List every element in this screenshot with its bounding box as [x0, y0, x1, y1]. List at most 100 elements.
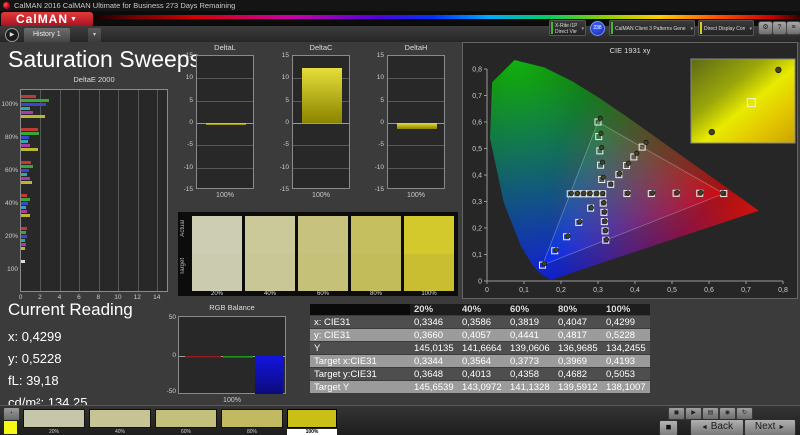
help-button[interactable]: ?: [772, 21, 787, 35]
deltaH-bar: [396, 123, 438, 129]
table-cell: 134,2455: [602, 342, 650, 354]
group-label: 60%: [4, 167, 18, 174]
gridline: [137, 90, 139, 291]
table-header: 20%: [410, 304, 458, 315]
deltae-bar: [21, 214, 30, 217]
table-cell: 0,3969: [554, 355, 602, 367]
row-label: Target x:CIE31: [310, 355, 410, 367]
gridline: [118, 90, 120, 291]
cie-diagram: 0 0,1 0,2 0,3 0,4 0,5 0,6 0,7 0,8 0 0,1 0,2 0,3 0,4 0,…: [472, 58, 796, 294]
cie-1931-chart: CIE 1931 xy 0 0,1 0,2 0,3 0,4 0,5 0,6 0,7 0,8 0 0,…: [462, 42, 798, 299]
table-row: x: CIE31 0,3346 0,3586 0,3819 0,4047 0,4299: [310, 316, 650, 328]
y-tick-label: -10: [183, 163, 193, 171]
tab-dropdown[interactable]: ▾: [88, 28, 101, 42]
next-button[interactable]: Next ►: [744, 419, 796, 435]
deltae-bar: [21, 239, 25, 242]
pattern-swatch-80%[interactable]: [221, 409, 283, 428]
table-cell: 143,0972: [458, 381, 506, 393]
svg-text:0,3: 0,3: [593, 287, 603, 294]
reading-y: y: 0,5228: [8, 351, 62, 366]
display-control-dropdown[interactable]: Direct Display Control ▾: [698, 20, 754, 36]
pattern-swatch-40%[interactable]: [89, 409, 151, 428]
pattern-swatch-20%[interactable]: [23, 409, 85, 428]
app-icon: [3, 2, 10, 9]
gridline: [98, 90, 100, 291]
svg-text:0,6: 0,6: [472, 120, 482, 127]
deltae-bar: [21, 231, 26, 234]
deltae-bar: [21, 99, 50, 102]
svg-text:0,7: 0,7: [741, 287, 751, 294]
svg-text:0,1: 0,1: [519, 287, 529, 294]
table-cell: 0,4299: [602, 316, 650, 328]
y-tick-label: 50: [168, 314, 176, 321]
pattern-swatch-label: 100%: [287, 429, 337, 435]
stop-button[interactable]: ◼: [659, 420, 678, 435]
play-icon[interactable]: ▶: [5, 28, 19, 42]
deltae-bar: [21, 111, 33, 114]
y-tick-label: -15: [374, 186, 384, 193]
svg-text:0: 0: [485, 287, 489, 294]
y-tick-label: -10: [279, 163, 289, 171]
swatch-20%: 20%: [192, 216, 242, 297]
y-tick-label: 10: [376, 74, 384, 82]
deltac-chart: DeltaC 15 10 5 0 -5 -10 -15 100%: [276, 43, 361, 211]
chart-title: DeltaE 2000: [73, 75, 115, 84]
gridline: [293, 167, 349, 169]
table-header: 60%: [506, 304, 554, 315]
y-tick-label: -5: [378, 141, 384, 149]
rgb-bar-blue: [255, 356, 283, 394]
table-cell: 0,5053: [602, 368, 650, 380]
row-label: Y: [310, 342, 410, 354]
pattern-swatch-label: 20%: [48, 429, 59, 435]
x-category-label: 100%: [216, 192, 234, 199]
gridline: [197, 145, 253, 147]
logo-text: CalMAN: [16, 12, 69, 26]
table-row: Target y:CIE31 0,3648 0,4013 0,4358 0,4682 0,…: [310, 368, 650, 380]
deltae-bar: [21, 107, 30, 110]
meter-dropdown[interactable]: X-Rite i1Pro 2Direct View ▾: [549, 20, 586, 36]
gridline: [293, 145, 349, 147]
current-pattern-patch: [3, 420, 18, 435]
pattern-control-button[interactable]: ▪: [3, 407, 20, 421]
svg-text:0,5: 0,5: [667, 287, 677, 294]
table-cell: 0,3773: [506, 355, 554, 367]
chevron-down-icon: ▾: [749, 26, 752, 32]
page-title: Saturation Sweeps: [8, 46, 202, 72]
target-swatch: [351, 253, 401, 291]
deltae-bar: [21, 148, 38, 151]
pattern-swatch-60%[interactable]: [155, 409, 217, 428]
pattern-swatch-100%[interactable]: [287, 409, 337, 428]
swatch-label: 100%: [421, 291, 437, 297]
calman-logo-menu[interactable]: CalMAN ▼: [1, 12, 93, 27]
gridline: [388, 78, 444, 80]
table-cell: 0,4682: [554, 368, 602, 380]
deltae2000-plot: [20, 89, 168, 292]
row-label: y: CIE31: [310, 329, 410, 341]
deltaL-bar: [205, 123, 247, 126]
menu-icon: ≡: [791, 24, 796, 31]
source-dropdown[interactable]: CalMAN Client 3 Patterns Generator ▾: [609, 20, 695, 36]
gridline: [157, 90, 159, 291]
rgb-plot: [178, 316, 286, 394]
x-category-label: 100%: [312, 192, 330, 199]
y-tick-label: 5: [380, 96, 384, 104]
deltae-bar: [21, 177, 30, 180]
gridline: [59, 90, 61, 291]
deltae-bar: [21, 136, 29, 139]
deltae-bar: [21, 173, 27, 176]
pattern-swatch-label: 60%: [180, 429, 191, 435]
settings-button[interactable]: ⚙: [758, 21, 773, 35]
table-cell: 138,1007: [602, 381, 650, 393]
record-button[interactable]: ◼: [668, 407, 685, 420]
menu-button[interactable]: ≡: [786, 21, 800, 35]
deltae-bar: [21, 243, 26, 246]
chevron-down-icon: ▾: [690, 26, 693, 32]
group-label: 80%: [4, 134, 18, 141]
deltae-bar: [21, 202, 28, 205]
actual-swatch: [404, 216, 454, 254]
tab-history-1[interactable]: History 1: [24, 28, 70, 42]
rgb-bar-red: [185, 356, 221, 358]
back-button[interactable]: ◄ Back: [690, 419, 744, 435]
window-titlebar: CalMAN 2016 CalMAN Ultimate for Business…: [0, 0, 800, 11]
row-label: Target y:CIE31: [310, 368, 410, 380]
